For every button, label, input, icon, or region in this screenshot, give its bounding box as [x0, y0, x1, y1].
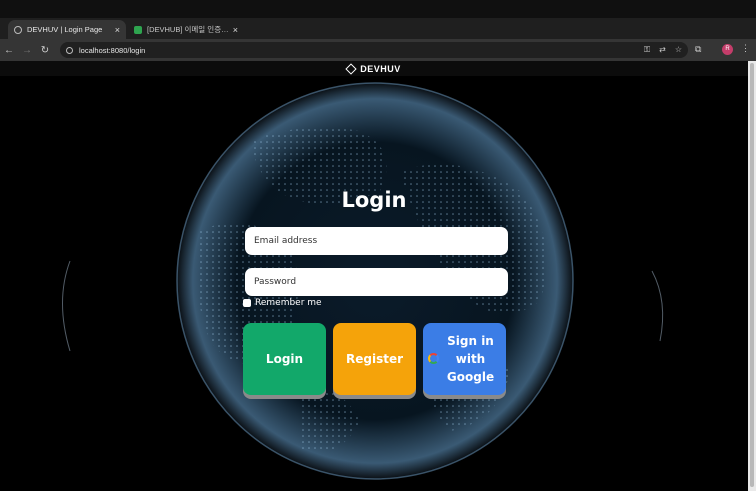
- site-navbar: DEVHUV: [0, 61, 748, 76]
- browser-toolbar: ← → ↻ localhost:8080/login ⚿ ⇄ ☆ ⧉ R ⋮: [0, 39, 756, 61]
- tab-label: [DEVHUB] 이메일 인증 요청 메일: [147, 25, 229, 34]
- reload-icon[interactable]: ↻: [36, 45, 54, 56]
- page-content: DEVHUV Login Remember me Login Register …: [0, 61, 748, 491]
- menu-icon[interactable]: ⋮: [741, 43, 750, 54]
- cube-logo-icon: [345, 62, 357, 75]
- remember-label: Remember me: [255, 298, 322, 308]
- brand-name[interactable]: DEVHUV: [360, 64, 401, 74]
- tab-login-page[interactable]: DEVHUV | Login Page ×: [8, 20, 126, 39]
- bookmark-star-icon[interactable]: ☆: [675, 45, 682, 55]
- site-info-icon[interactable]: [66, 46, 73, 54]
- close-icon[interactable]: ×: [115, 25, 120, 35]
- close-icon[interactable]: ×: [233, 25, 238, 35]
- mail-icon: [134, 25, 142, 34]
- profile-avatar[interactable]: R: [722, 44, 733, 55]
- forward-icon[interactable]: →: [18, 45, 36, 56]
- translate-icon[interactable]: ⇄: [659, 45, 666, 55]
- email-field[interactable]: [245, 227, 508, 255]
- window-top: [0, 0, 756, 18]
- login-button[interactable]: Login: [243, 323, 326, 395]
- google-button-label: Sign in with Google: [446, 334, 495, 384]
- login-title: Login: [341, 188, 407, 212]
- google-signin-button[interactable]: Sign in with Google: [423, 323, 506, 395]
- password-key-icon[interactable]: ⚿: [644, 45, 650, 55]
- url-text: localhost:8080/login: [79, 45, 146, 55]
- tab-label: DEVHUV | Login Page: [27, 25, 103, 34]
- extensions-icon[interactable]: ⧉: [695, 44, 701, 55]
- scrollbar-thumb[interactable]: [750, 63, 754, 487]
- tab-email[interactable]: [DEVHUB] 이메일 인증 요청 메일 ×: [128, 20, 244, 39]
- remember-me[interactable]: Remember me: [243, 298, 322, 308]
- google-icon: [428, 353, 439, 364]
- register-button[interactable]: Register: [333, 323, 416, 395]
- back-icon[interactable]: ←: [0, 45, 18, 56]
- remember-checkbox[interactable]: [243, 299, 251, 307]
- tab-bar: DEVHUV | Login Page × [DEVHUB] 이메일 인증 요청…: [0, 18, 756, 52]
- page-scrollbar[interactable]: [748, 61, 756, 491]
- password-field[interactable]: [245, 268, 508, 296]
- globe-icon: [14, 25, 22, 34]
- address-bar[interactable]: localhost:8080/login ⚿ ⇄ ☆: [60, 42, 688, 58]
